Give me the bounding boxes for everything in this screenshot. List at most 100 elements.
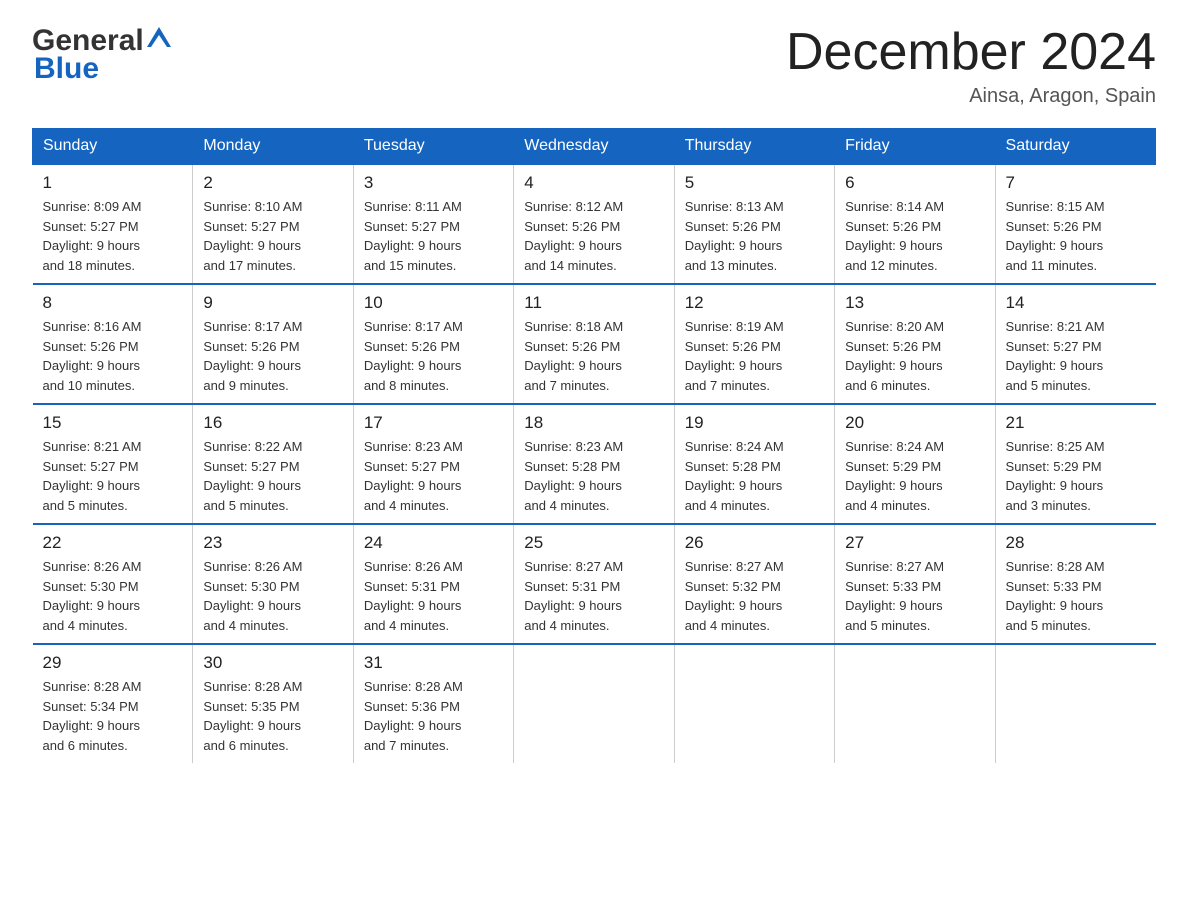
header-row: SundayMondayTuesdayWednesdayThursdayFrid… <box>33 129 1156 165</box>
day-number: 27 <box>845 533 984 553</box>
calendar-table: SundayMondayTuesdayWednesdayThursdayFrid… <box>32 128 1156 763</box>
day-info: Sunrise: 8:12 AMSunset: 5:26 PMDaylight:… <box>524 197 663 275</box>
day-info: Sunrise: 8:15 AMSunset: 5:26 PMDaylight:… <box>1006 197 1146 275</box>
page-header: General Blue December 2024 Ainsa, Aragon… <box>32 24 1156 108</box>
col-header-tuesday: Tuesday <box>353 129 513 165</box>
day-number: 30 <box>203 653 342 673</box>
col-header-sunday: Sunday <box>33 129 193 165</box>
calendar-cell: 12 Sunrise: 8:19 AMSunset: 5:26 PMDayligh… <box>674 284 834 404</box>
day-number: 7 <box>1006 173 1146 193</box>
day-info: Sunrise: 8:28 AMSunset: 5:34 PMDaylight:… <box>43 677 183 755</box>
day-number: 5 <box>685 173 824 193</box>
calendar-cell: 1 Sunrise: 8:09 AMSunset: 5:27 PMDaylight… <box>33 164 193 284</box>
calendar-cell: 3Sunrise: 8:11 AMSunset: 5:27 PMDaylight… <box>353 164 513 284</box>
day-number: 15 <box>43 413 183 433</box>
day-number: 29 <box>43 653 183 673</box>
day-info: Sunrise: 8:28 AMSunset: 5:35 PMDaylight:… <box>203 677 342 755</box>
day-number: 19 <box>685 413 824 433</box>
day-number: 8 <box>43 293 183 313</box>
calendar-cell: 25 Sunrise: 8:27 AMSunset: 5:31 PMDayligh… <box>514 524 674 644</box>
day-number: 26 <box>685 533 824 553</box>
day-info: Sunrise: 8:23 AMSunset: 5:27 PMDaylight:… <box>364 437 503 515</box>
calendar-cell: 30 Sunrise: 8:28 AMSunset: 5:35 PMDayligh… <box>193 644 353 763</box>
title-area: December 2024 Ainsa, Aragon, Spain <box>786 24 1156 108</box>
day-number: 9 <box>203 293 342 313</box>
calendar-cell <box>514 644 674 763</box>
week-row-1: 1 Sunrise: 8:09 AMSunset: 5:27 PMDaylight… <box>33 164 1156 284</box>
day-info: Sunrise: 8:22 AMSunset: 5:27 PMDaylight:… <box>203 437 342 515</box>
calendar-cell: 31 Sunrise: 8:28 AMSunset: 5:36 PMDayligh… <box>353 644 513 763</box>
day-number: 2 <box>203 173 342 193</box>
day-number: 6 <box>845 173 984 193</box>
day-info: Sunrise: 8:21 AMSunset: 5:27 PMDaylight:… <box>1006 317 1146 395</box>
day-info: Sunrise: 8:27 AMSunset: 5:32 PMDaylight:… <box>685 557 824 635</box>
day-number: 20 <box>845 413 984 433</box>
day-info: Sunrise: 8:28 AMSunset: 5:33 PMDaylight:… <box>1006 557 1146 635</box>
day-number: 1 <box>43 173 183 193</box>
day-number: 28 <box>1006 533 1146 553</box>
calendar-cell <box>995 644 1155 763</box>
calendar-cell: 18Sunrise: 8:23 AMSunset: 5:28 PMDayligh… <box>514 404 674 524</box>
calendar-cell: 6 Sunrise: 8:14 AMSunset: 5:26 PMDaylight… <box>835 164 995 284</box>
day-number: 25 <box>524 533 663 553</box>
day-info: Sunrise: 8:26 AMSunset: 5:30 PMDaylight:… <box>203 557 342 635</box>
day-number: 3 <box>364 173 503 193</box>
calendar-cell: 2 Sunrise: 8:10 AMSunset: 5:27 PMDaylight… <box>193 164 353 284</box>
day-number: 18 <box>524 413 663 433</box>
calendar-cell: 19 Sunrise: 8:24 AMSunset: 5:28 PMDayligh… <box>674 404 834 524</box>
day-info: Sunrise: 8:17 AMSunset: 5:26 PMDaylight:… <box>203 317 342 395</box>
day-number: 13 <box>845 293 984 313</box>
calendar-cell: 4Sunrise: 8:12 AMSunset: 5:26 PMDaylight… <box>514 164 674 284</box>
calendar-cell: 22Sunrise: 8:26 AMSunset: 5:30 PMDayligh… <box>33 524 193 644</box>
day-number: 31 <box>364 653 503 673</box>
day-number: 24 <box>364 533 503 553</box>
col-header-thursday: Thursday <box>674 129 834 165</box>
day-number: 21 <box>1006 413 1146 433</box>
day-info: Sunrise: 8:16 AMSunset: 5:26 PMDaylight:… <box>43 317 183 395</box>
week-row-4: 22Sunrise: 8:26 AMSunset: 5:30 PMDayligh… <box>33 524 1156 644</box>
calendar-cell <box>674 644 834 763</box>
calendar-cell: 14 Sunrise: 8:21 AMSunset: 5:27 PMDayligh… <box>995 284 1155 404</box>
week-row-5: 29 Sunrise: 8:28 AMSunset: 5:34 PMDayligh… <box>33 644 1156 763</box>
day-info: Sunrise: 8:27 AMSunset: 5:31 PMDaylight:… <box>524 557 663 635</box>
day-info: Sunrise: 8:14 AMSunset: 5:26 PMDaylight:… <box>845 197 984 275</box>
logo-blue-text: Blue <box>34 52 99 86</box>
logo: General Blue <box>32 24 173 86</box>
day-number: 14 <box>1006 293 1146 313</box>
calendar-cell: 10 Sunrise: 8:17 AMSunset: 5:26 PMDayligh… <box>353 284 513 404</box>
calendar-cell: 27Sunrise: 8:27 AMSunset: 5:33 PMDayligh… <box>835 524 995 644</box>
day-info: Sunrise: 8:25 AMSunset: 5:29 PMDaylight:… <box>1006 437 1146 515</box>
day-number: 17 <box>364 413 503 433</box>
day-info: Sunrise: 8:21 AMSunset: 5:27 PMDaylight:… <box>43 437 183 515</box>
day-info: Sunrise: 8:17 AMSunset: 5:26 PMDaylight:… <box>364 317 503 395</box>
calendar-cell: 5 Sunrise: 8:13 AMSunset: 5:26 PMDaylight… <box>674 164 834 284</box>
calendar-cell: 24 Sunrise: 8:26 AMSunset: 5:31 PMDayligh… <box>353 524 513 644</box>
day-info: Sunrise: 8:19 AMSunset: 5:26 PMDaylight:… <box>685 317 824 395</box>
day-info: Sunrise: 8:18 AMSunset: 5:26 PMDaylight:… <box>524 317 663 395</box>
calendar-cell <box>835 644 995 763</box>
day-info: Sunrise: 8:24 AMSunset: 5:28 PMDaylight:… <box>685 437 824 515</box>
day-info: Sunrise: 8:24 AMSunset: 5:29 PMDaylight:… <box>845 437 984 515</box>
day-number: 23 <box>203 533 342 553</box>
calendar-cell: 15 Sunrise: 8:21 AMSunset: 5:27 PMDayligh… <box>33 404 193 524</box>
day-number: 11 <box>524 293 663 313</box>
calendar-cell: 21 Sunrise: 8:25 AMSunset: 5:29 PMDayligh… <box>995 404 1155 524</box>
logo-triangle-icon <box>145 25 173 53</box>
week-row-2: 8 Sunrise: 8:16 AMSunset: 5:26 PMDaylight… <box>33 284 1156 404</box>
day-number: 12 <box>685 293 824 313</box>
col-header-monday: Monday <box>193 129 353 165</box>
day-info: Sunrise: 8:13 AMSunset: 5:26 PMDaylight:… <box>685 197 824 275</box>
calendar-cell: 13Sunrise: 8:20 AMSunset: 5:26 PMDayligh… <box>835 284 995 404</box>
calendar-cell: 23 Sunrise: 8:26 AMSunset: 5:30 PMDayligh… <box>193 524 353 644</box>
day-info: Sunrise: 8:10 AMSunset: 5:27 PMDaylight:… <box>203 197 342 275</box>
day-number: 16 <box>203 413 342 433</box>
day-number: 10 <box>364 293 503 313</box>
day-info: Sunrise: 8:28 AMSunset: 5:36 PMDaylight:… <box>364 677 503 755</box>
calendar-cell: 16 Sunrise: 8:22 AMSunset: 5:27 PMDayligh… <box>193 404 353 524</box>
col-header-friday: Friday <box>835 129 995 165</box>
day-info: Sunrise: 8:09 AMSunset: 5:27 PMDaylight:… <box>43 197 183 275</box>
day-info: Sunrise: 8:26 AMSunset: 5:31 PMDaylight:… <box>364 557 503 635</box>
calendar-cell: 11 Sunrise: 8:18 AMSunset: 5:26 PMDayligh… <box>514 284 674 404</box>
location-subtitle: Ainsa, Aragon, Spain <box>786 85 1156 108</box>
calendar-cell: 20 Sunrise: 8:24 AMSunset: 5:29 PMDayligh… <box>835 404 995 524</box>
